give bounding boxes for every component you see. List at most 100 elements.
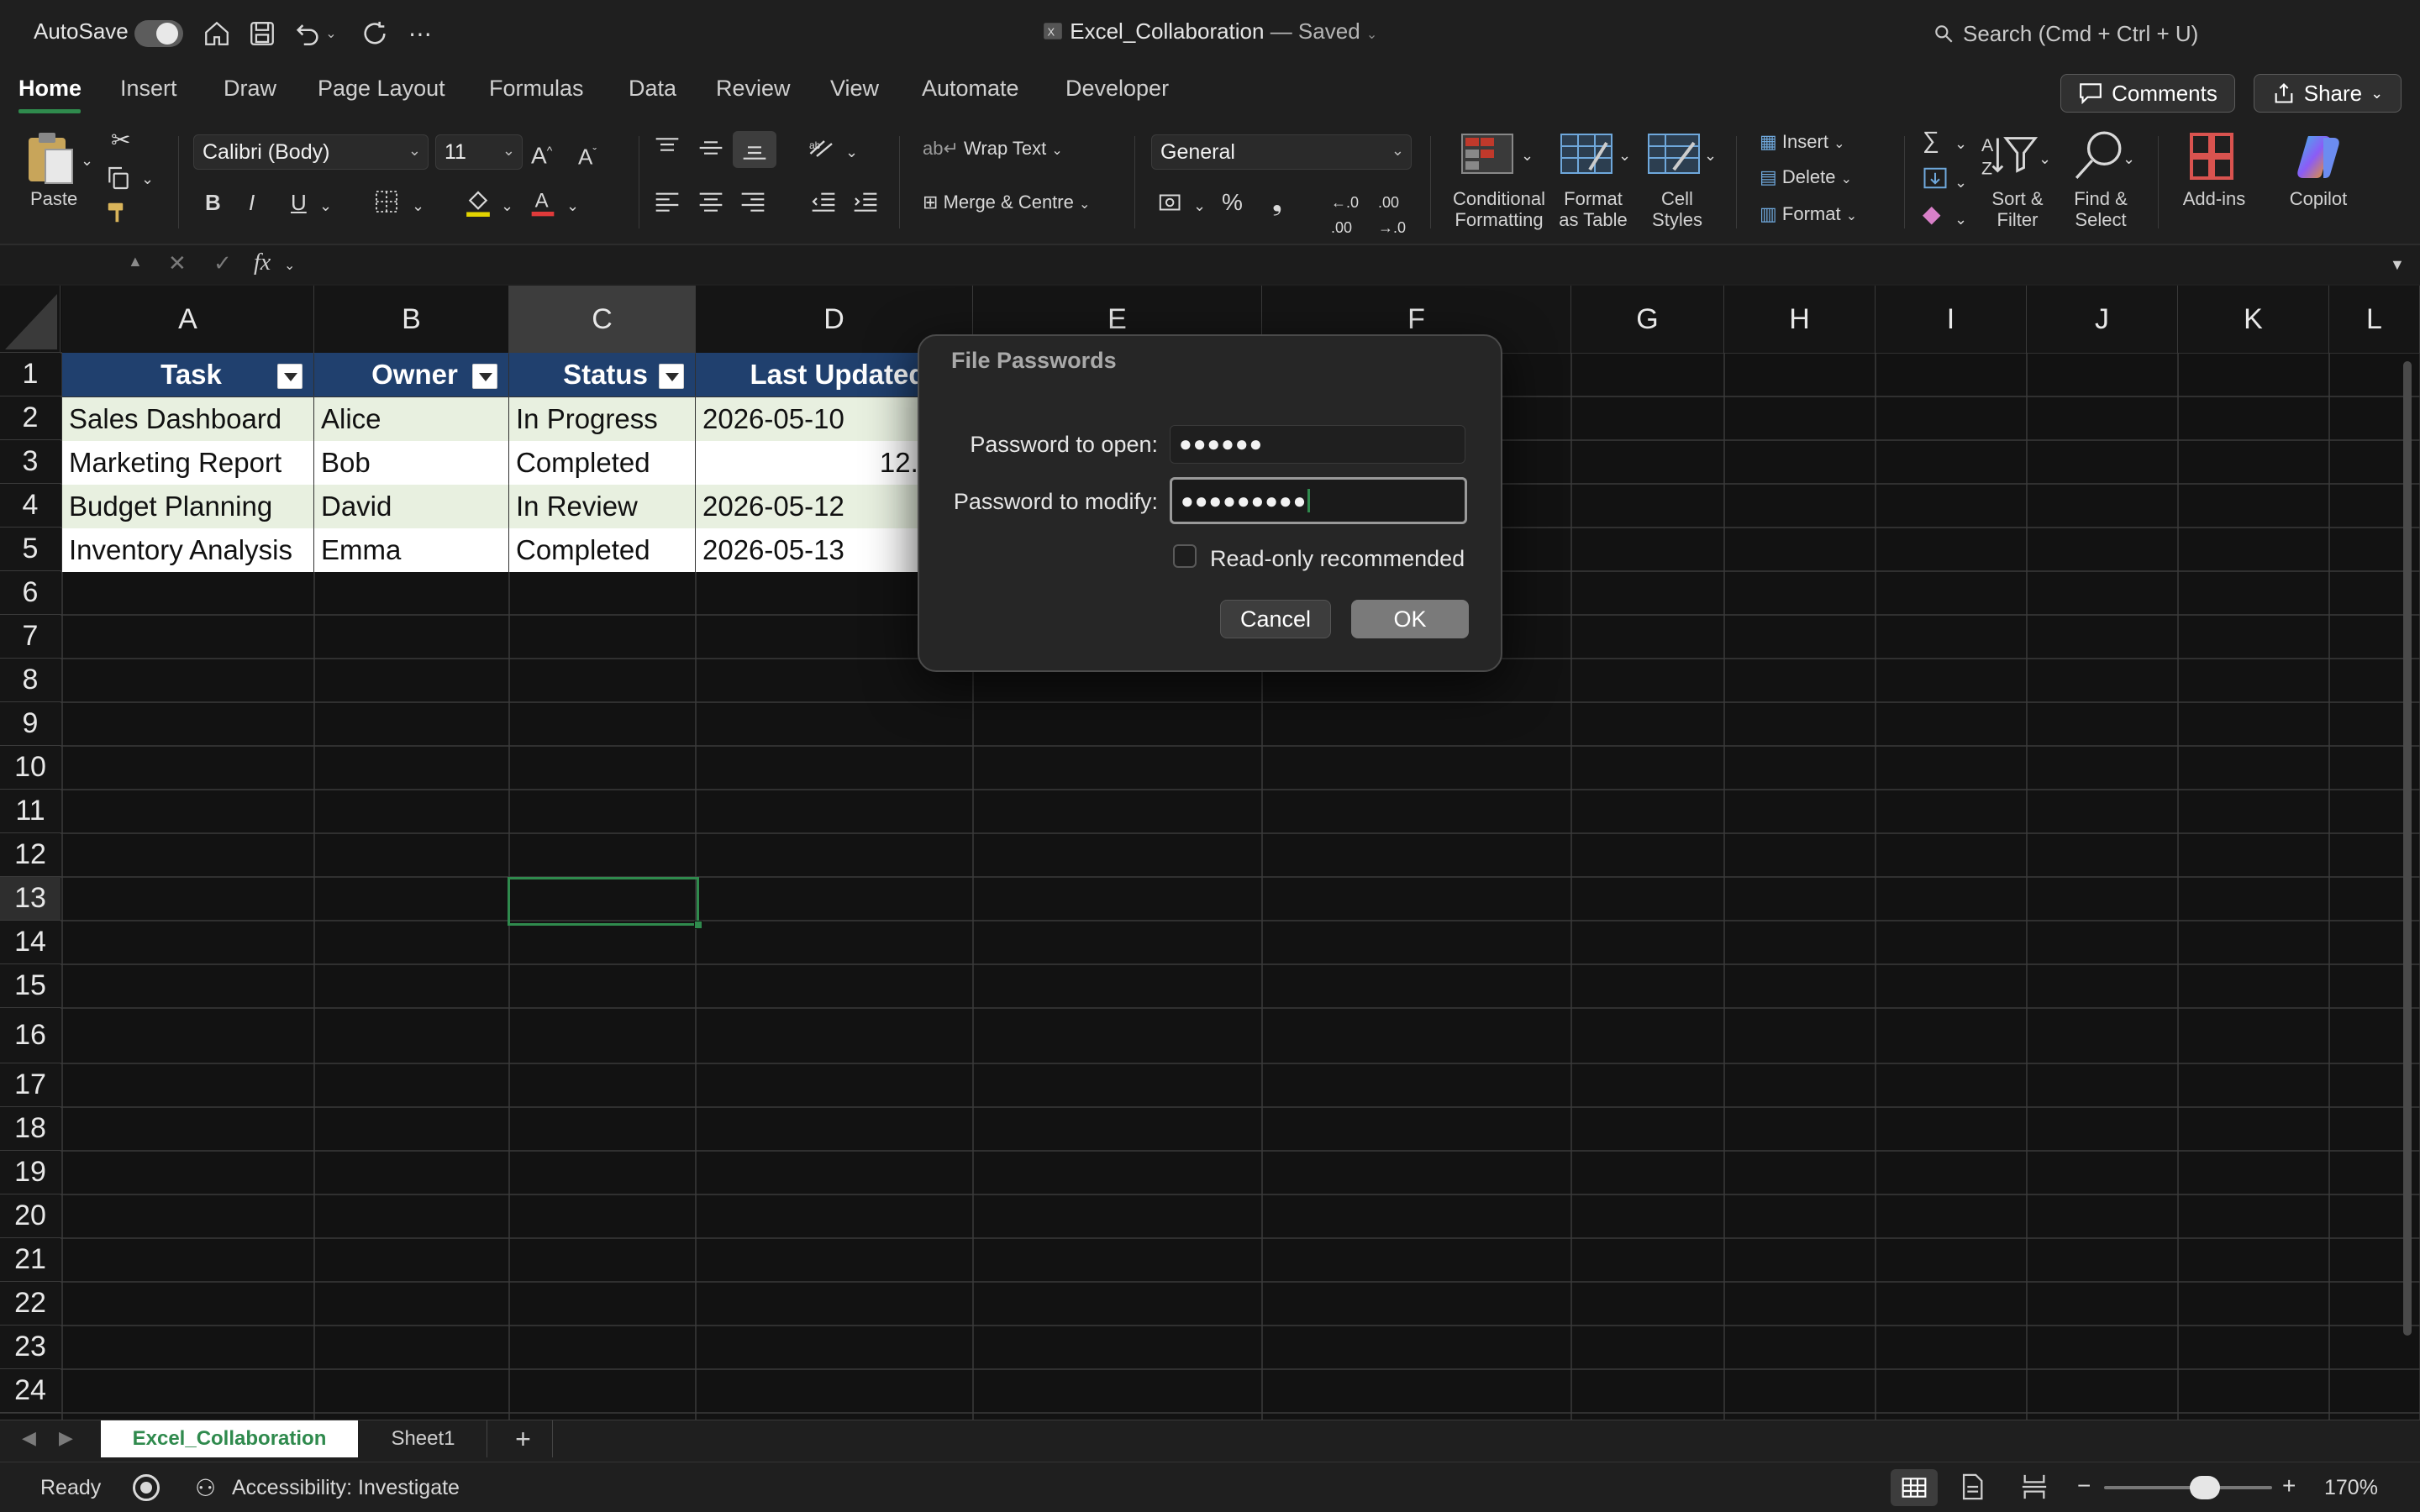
tab-developer[interactable]: Developer	[1065, 76, 1169, 102]
sort-filter-dropdown-icon[interactable]: ⌄	[2039, 146, 2051, 171]
table-cell[interactable]: In Progress	[509, 397, 695, 441]
ok-button[interactable]: OK	[1351, 600, 1469, 638]
table-cell[interactable]: Budget Planning	[62, 485, 313, 528]
percent-icon[interactable]: %	[1222, 190, 1243, 215]
row-header-6[interactable]: 6	[0, 571, 60, 615]
share-button[interactable]: Share ⌄	[2254, 74, 2402, 113]
function-icon[interactable]: fx	[254, 250, 271, 276]
column-header-G[interactable]: G	[1571, 286, 1724, 353]
filter-dropdown-icon[interactable]	[472, 364, 497, 389]
vertical-scrollbar[interactable]	[2403, 361, 2412, 1336]
format-painter-icon[interactable]	[104, 200, 131, 230]
row-header-15[interactable]: 15	[0, 964, 60, 1008]
password-to-modify-field[interactable]: ●●●●●●●●●	[1170, 477, 1467, 524]
sheet-tab-excel-collaboration[interactable]: Excel_Collaboration	[101, 1420, 358, 1457]
row-header-14[interactable]: 14	[0, 921, 60, 964]
column-header-L[interactable]: L	[2329, 286, 2420, 353]
column-header-H[interactable]: H	[1724, 286, 1876, 353]
format-as-table-dropdown-icon[interactable]: ⌄	[1618, 143, 1631, 168]
align-middle-icon[interactable]	[697, 136, 724, 165]
normal-view-button[interactable]	[1891, 1469, 1938, 1506]
column-header-K[interactable]: K	[2178, 286, 2329, 353]
row-header-22[interactable]: 22	[0, 1282, 60, 1326]
row-header-17[interactable]: 17	[0, 1063, 60, 1107]
save-icon[interactable]	[244, 15, 281, 52]
conditional-formatting-dropdown-icon[interactable]: ⌄	[1521, 143, 1534, 168]
fill-icon[interactable]	[1923, 166, 1948, 195]
align-bottom-icon[interactable]	[733, 131, 776, 168]
row-header-5[interactable]: 5	[0, 528, 60, 571]
underline-dropdown-icon[interactable]: ⌄	[319, 193, 332, 218]
font-name-select[interactable]: Calibri (Body) ⌄	[193, 134, 429, 170]
merge-centre-button[interactable]: ⊞ Merge & Centre ⌄	[923, 192, 1090, 213]
cell-styles-dropdown-icon[interactable]: ⌄	[1704, 143, 1717, 168]
format-as-table-button[interactable]	[1560, 133, 1613, 179]
add-sheet-button[interactable]: +	[494, 1420, 553, 1457]
copy-dropdown-icon[interactable]: ⌄	[141, 166, 154, 192]
formula-input[interactable]	[304, 249, 2388, 281]
increase-indent-icon[interactable]	[852, 190, 879, 218]
row-header-23[interactable]: 23	[0, 1326, 60, 1369]
cancel-button[interactable]: Cancel	[1220, 600, 1331, 638]
accessibility-icon[interactable]: ⚇	[195, 1474, 216, 1502]
table-header-cell[interactable]: Task	[62, 353, 313, 396]
next-sheet-icon[interactable]: ▶	[59, 1425, 73, 1451]
font-color-icon[interactable]: A	[529, 186, 556, 222]
decrease-indent-icon[interactable]	[810, 190, 837, 218]
column-header-B[interactable]: B	[314, 286, 509, 353]
clear-icon[interactable]: ◆	[1923, 202, 1941, 227]
autosum-dropdown-icon[interactable]: ⌄	[1954, 131, 1967, 156]
find-select-button[interactable]	[2072, 129, 2126, 186]
row-header-4[interactable]: 4	[0, 484, 60, 528]
page-break-view-button[interactable]	[2020, 1473, 2049, 1505]
row-header-24[interactable]: 24	[0, 1369, 60, 1413]
column-header-A[interactable]: A	[62, 286, 314, 353]
paste-dropdown-icon[interactable]: ⌄	[81, 148, 93, 173]
tab-home[interactable]: Home	[18, 76, 82, 102]
row-header-7[interactable]: 7	[0, 615, 60, 659]
expand-formula-bar-icon[interactable]: ▼	[2390, 252, 2405, 277]
copilot-button[interactable]	[2292, 131, 2344, 186]
increase-font-size-icon[interactable]: A^	[531, 138, 552, 168]
row-header-10[interactable]: 10	[0, 746, 60, 790]
row-header-16[interactable]: 16	[0, 1008, 60, 1063]
orientation-icon[interactable]: ab	[807, 136, 837, 166]
table-cell[interactable]: Emma	[314, 528, 508, 572]
table-cell[interactable]: Completed	[509, 441, 695, 485]
row-header-13[interactable]: 13	[0, 877, 60, 921]
font-size-select[interactable]: 11 ⌄	[435, 134, 523, 170]
table-cell[interactable]: David	[314, 485, 508, 528]
decrease-decimal-icon[interactable]: .00 →.0	[1378, 190, 1406, 240]
read-only-recommended-checkbox[interactable]	[1173, 544, 1197, 568]
tab-insert[interactable]: Insert	[120, 76, 177, 102]
name-box[interactable]	[0, 249, 118, 281]
fill-color-dropdown-icon[interactable]: ⌄	[501, 193, 513, 218]
paste-button[interactable]	[22, 129, 76, 189]
wrap-text-button[interactable]: ab↵ Wrap Text ⌄	[923, 138, 1063, 160]
borders-dropdown-icon[interactable]: ⌄	[412, 193, 424, 218]
bold-icon[interactable]: B	[205, 190, 221, 215]
more-icon[interactable]: ⋯	[402, 15, 439, 52]
sheet-tab-sheet1[interactable]: Sheet1	[360, 1420, 487, 1457]
macro-recording-icon[interactable]	[133, 1474, 160, 1501]
clear-dropdown-icon[interactable]: ⌄	[1954, 207, 1967, 232]
table-cell[interactable]: Sales Dashboard	[62, 397, 313, 441]
insert-cells-button[interactable]: ▦ Insert ⌄	[1760, 131, 1844, 153]
align-center-icon[interactable]	[697, 190, 724, 218]
cell-styles-button[interactable]	[1647, 133, 1701, 179]
function-dropdown-icon[interactable]: ⌄	[284, 254, 295, 279]
row-header-3[interactable]: 3	[0, 440, 60, 484]
name-box-stepper-icon[interactable]: ▲	[128, 249, 143, 274]
copy-icon[interactable]	[104, 165, 133, 197]
autosave-toggle[interactable]	[134, 20, 183, 47]
search-box[interactable]: Search (Cmd + Ctrl + U)	[1933, 17, 2286, 50]
autosum-icon[interactable]: ∑	[1923, 128, 1939, 153]
align-left-icon[interactable]	[654, 190, 681, 218]
addins-button[interactable]	[2188, 131, 2235, 186]
tab-automate[interactable]: Automate	[922, 76, 1019, 102]
increase-decimal-icon[interactable]: ←.0.00	[1331, 190, 1359, 240]
row-header-8[interactable]: 8	[0, 659, 60, 702]
number-format-select[interactable]: General ⌄	[1151, 134, 1412, 170]
borders-icon[interactable]	[373, 188, 400, 220]
selected-cell-C13[interactable]	[508, 877, 702, 929]
